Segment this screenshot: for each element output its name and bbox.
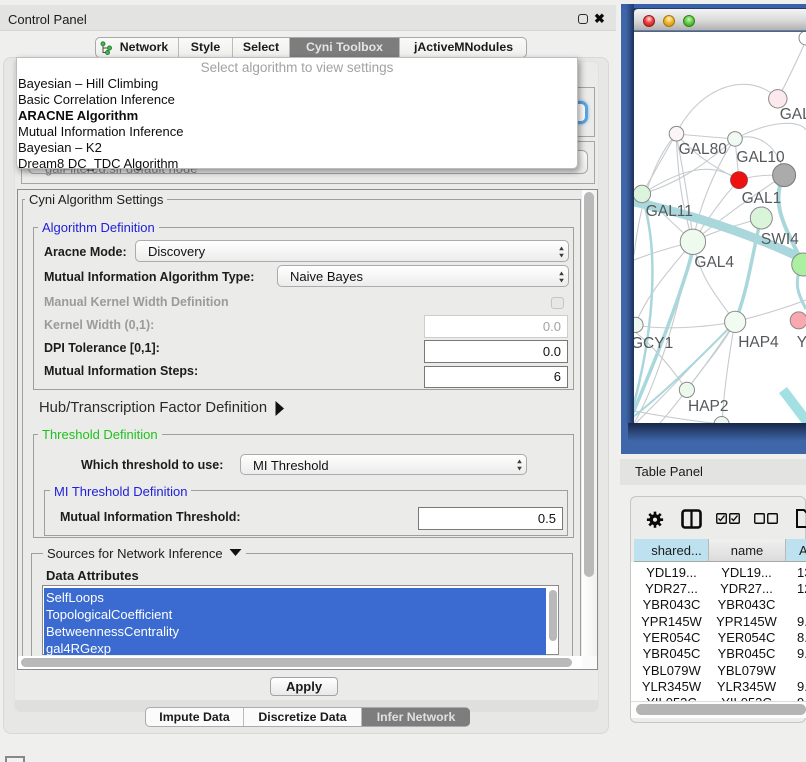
svg-text:GCY1: GCY1 <box>634 335 673 352</box>
svg-text:GAL2: GAL2 <box>780 106 806 123</box>
svg-text:GAL4: GAL4 <box>694 254 734 271</box>
svg-text:GAL1: GAL1 <box>742 190 782 207</box>
svg-text:GAL10: GAL10 <box>736 149 785 166</box>
svg-text:HAP2: HAP2 <box>688 398 729 415</box>
svg-text:YD: YD <box>797 334 806 351</box>
svg-text:GAL80: GAL80 <box>679 141 728 158</box>
svg-text:GAL11: GAL11 <box>646 203 693 220</box>
svg-text:HAP4: HAP4 <box>738 334 779 351</box>
svg-text:SWI4: SWI4 <box>761 231 799 248</box>
